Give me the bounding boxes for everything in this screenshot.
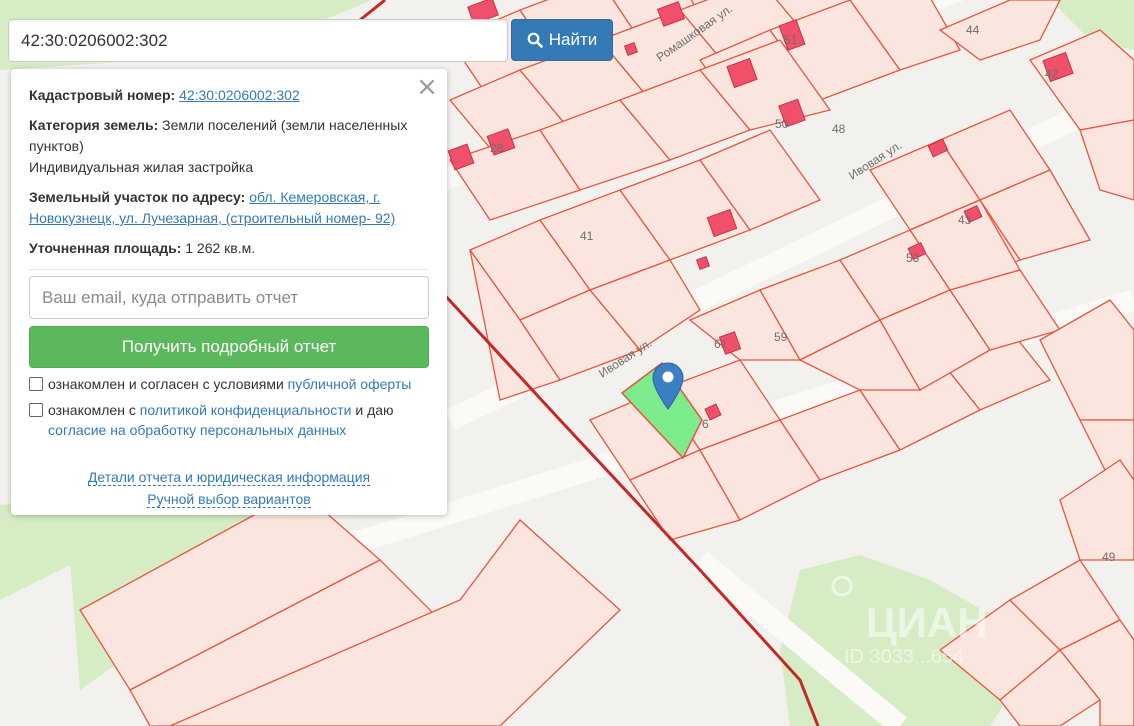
lot-number: 53 (906, 251, 920, 265)
cadastral-number-link[interactable]: 42:30:0206002:302 (179, 87, 300, 103)
area-row: Уточненная площадь: 1 262 кв.м. (29, 238, 429, 259)
lot-number: 51 (784, 33, 798, 47)
lot-number: 43 (958, 213, 972, 227)
privacy-consent-and: и даю (351, 402, 394, 418)
land-usage-value: Индивидуальная жилая застройка (29, 159, 254, 175)
bottom-links: Детали отчета и юридическая информация Р… (29, 466, 429, 510)
get-report-button[interactable]: Получить подробный отчет (29, 326, 429, 368)
privacy-consent-row: ознакомлен с политикой конфиденциальност… (29, 400, 429, 440)
offer-consent-label: ознакомлен и согласен с условиями (48, 376, 288, 392)
search-icon (527, 32, 543, 48)
lot-number: 41 (580, 229, 594, 243)
privacy-consent-label: ознакомлен с (48, 402, 140, 418)
cadastral-search-input[interactable] (8, 19, 508, 62)
watermark-id: ID 3033...654 (844, 646, 964, 668)
offer-consent-text: ознакомлен и согласен с условиями публич… (48, 374, 411, 394)
close-icon[interactable]: × (415, 73, 439, 101)
personal-data-consent-link[interactable]: согласие на обработку персональных данны… (48, 420, 394, 440)
lot-number: 6 (702, 417, 709, 431)
privacy-policy-link[interactable]: политикой конфиденциальности (140, 402, 352, 418)
address-row: Земельный участок по адресу: обл. Кемеро… (29, 187, 429, 229)
offer-consent-checkbox[interactable] (29, 377, 43, 391)
address-label: Земельный участок по адресу: (29, 189, 246, 205)
report-details-link[interactable]: Детали отчета и юридическая информация (87, 469, 371, 486)
lot-number: 50 (775, 117, 789, 131)
divider (29, 269, 429, 270)
cadastral-number-row: Кадастровый номер: 42:30:0206002:302 (29, 85, 429, 106)
land-category-label: Категория земель: (29, 117, 159, 133)
land-category-row: Категория земель: Земли поселений (земли… (29, 115, 429, 178)
lot-number: 28 (490, 141, 504, 155)
lot-number: 49 (1102, 550, 1116, 564)
public-offer-link[interactable]: публичной оферты (288, 376, 412, 392)
search-button[interactable]: Найти (511, 19, 613, 61)
cadastral-map-app: 44 42 51 50 48 28 43 41 53 59 61 6 49 Ро… (0, 0, 1134, 726)
cadastral-number-label: Кадастровый номер: (29, 87, 176, 103)
lot-number: 44 (966, 23, 980, 37)
privacy-consent-checkbox[interactable] (29, 403, 43, 417)
watermark-text: ЦИАН (866, 599, 988, 646)
parcel-info-panel: × Кадастровый номер: 42:30:0206002:302 К… (11, 69, 447, 515)
area-value: 1 262 кв.м. (185, 240, 256, 256)
offer-consent-row: ознакомлен и согласен с условиями публич… (29, 374, 429, 394)
location-pin-icon[interactable] (652, 362, 684, 410)
manual-selection-link[interactable]: Ручной выбор вариантов (147, 491, 311, 508)
area-label: Уточненная площадь: (29, 240, 182, 256)
lot-number: 61 (714, 337, 728, 351)
search-button-label: Найти (548, 30, 598, 49)
lot-number: 48 (832, 122, 846, 136)
lot-number: 42 (1045, 67, 1059, 81)
email-input[interactable] (29, 276, 429, 319)
privacy-consent-text: ознакомлен с политикой конфиденциальност… (48, 400, 394, 440)
lot-number: 59 (774, 330, 788, 344)
